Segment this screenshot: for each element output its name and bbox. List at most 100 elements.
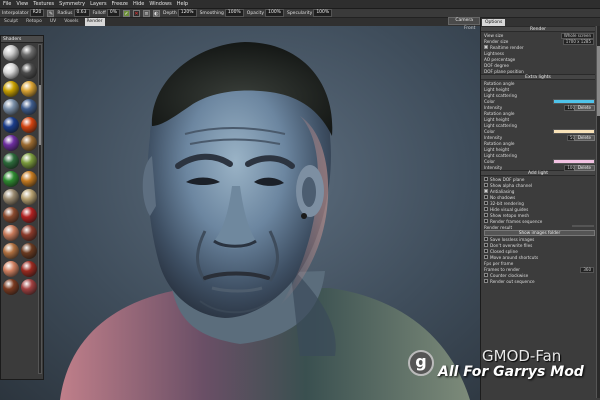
option-checkbox[interactable]	[484, 207, 488, 211]
option-checkbox[interactable]	[484, 195, 488, 199]
option-checkbox[interactable]	[484, 243, 488, 247]
menu-item-help[interactable]: Help	[176, 0, 189, 9]
alpha-icon[interactable]: ◐	[152, 9, 160, 17]
shaders-scrollbar[interactable]	[38, 44, 42, 374]
stroke-mode-icon[interactable]: ≡	[142, 9, 150, 17]
option-checkbox[interactable]	[484, 249, 488, 253]
shader-sphere[interactable]	[2, 206, 19, 223]
shader-sphere[interactable]	[20, 242, 37, 259]
dof-plane-slider[interactable]: DOF plane position	[481, 68, 595, 74]
shader-sphere[interactable]	[20, 278, 37, 295]
options-scrollbar[interactable]	[596, 26, 600, 398]
tab-voxels[interactable]: Voxels	[62, 18, 80, 26]
tab-retopo[interactable]: Retopo	[24, 18, 44, 26]
shaders-scroll-thumb[interactable]	[39, 85, 41, 145]
shader-sphere[interactable]	[2, 134, 19, 151]
tab-render[interactable]: Render	[84, 18, 105, 26]
shader-sphere[interactable]	[20, 62, 37, 79]
radius-label: Radius	[57, 10, 73, 16]
shader-sphere[interactable]	[20, 188, 37, 205]
shader-sphere[interactable]	[2, 188, 19, 205]
falloff-value[interactable]: 0%	[106, 9, 120, 17]
menu-item-windows[interactable]: Windows	[148, 0, 172, 9]
interpolator-value[interactable]: R20	[29, 9, 45, 17]
option-checkbox[interactable]	[484, 213, 488, 217]
render-sequence-checkbox[interactable]	[484, 279, 488, 283]
option-label: Show retopo mesh	[490, 212, 530, 218]
shader-sphere[interactable]	[2, 170, 19, 187]
opacity-control[interactable]: Opacity 100%	[247, 9, 284, 17]
option-checkbox[interactable]	[484, 237, 488, 241]
render-result-row[interactable]: Render result	[481, 224, 595, 230]
render-result-dropdown[interactable]	[572, 224, 594, 227]
cross-icon[interactable]: ✕	[132, 9, 140, 17]
menu-item-symmetry[interactable]: Symmetry	[58, 0, 86, 9]
smoothing-control[interactable]: Smoothing 100%	[200, 9, 244, 17]
light-3-intensity-row[interactable]: Intensity 100 Delete	[481, 164, 595, 171]
counter-clockwise-checkbox[interactable]	[484, 273, 488, 277]
brush-icon[interactable]: ✎	[47, 9, 55, 17]
option-checkbox[interactable]	[484, 183, 488, 187]
depth-value[interactable]: 120%	[177, 9, 197, 17]
shader-sphere[interactable]	[20, 98, 37, 115]
render-sequence-row[interactable]: Render out sequence	[481, 278, 595, 284]
shader-sphere[interactable]	[2, 80, 19, 97]
render-viewport[interactable]	[0, 26, 480, 400]
menu-item-textures[interactable]: Textures	[32, 0, 55, 9]
radius-control[interactable]: Radius 0.63	[57, 9, 90, 17]
specularity-value[interactable]: 100%	[313, 9, 333, 17]
menu-item-hide[interactable]: Hide	[132, 0, 145, 9]
options-tab[interactable]: Options	[482, 19, 506, 26]
shader-sphere[interactable]	[2, 278, 19, 295]
light-3-delete-button[interactable]: Delete	[573, 164, 595, 171]
shader-sphere[interactable]	[20, 134, 37, 151]
menu-item-layers[interactable]: Layers	[89, 0, 108, 9]
shader-sphere[interactable]	[2, 98, 19, 115]
shader-sphere[interactable]	[2, 152, 19, 169]
shader-sphere[interactable]	[20, 224, 37, 241]
realtime-render-checkbox[interactable]	[484, 45, 488, 49]
menu-item-file[interactable]: File	[2, 0, 12, 9]
shader-sphere[interactable]	[20, 170, 37, 187]
shader-sphere[interactable]	[2, 116, 19, 133]
shader-sphere[interactable]	[20, 116, 37, 133]
option-checkbox[interactable]	[484, 201, 488, 205]
check-icon[interactable]: ✓	[122, 9, 130, 17]
shader-sphere[interactable]	[20, 152, 37, 169]
interpolator-control[interactable]: Interpolator R20	[2, 9, 45, 17]
radius-value[interactable]: 0.63	[73, 9, 90, 17]
sculpted-head-render	[60, 42, 470, 400]
shader-sphere[interactable]	[2, 242, 19, 259]
option-checkbox[interactable]	[484, 189, 488, 193]
light-3-color-row-label: Color	[484, 158, 495, 164]
light-3-height-slider-label: Light height	[484, 146, 510, 152]
shader-sphere[interactable]	[2, 260, 19, 277]
light-3-intensity-row-label: Intensity	[484, 164, 503, 170]
shader-sphere[interactable]	[2, 62, 19, 79]
shader-sphere[interactable]	[20, 260, 37, 277]
depth-control[interactable]: Depth 120%	[163, 9, 197, 17]
light-1-rotation-slider-label: Rotation angle	[484, 80, 515, 86]
smoothing-value[interactable]: 100%	[224, 9, 244, 17]
light-2-color-swatch[interactable]	[553, 128, 595, 134]
option-checkbox[interactable]	[484, 219, 488, 223]
shader-sphere[interactable]	[20, 80, 37, 97]
option-checkbox[interactable]	[484, 177, 488, 181]
shader-sphere[interactable]	[20, 206, 37, 223]
shader-sphere[interactable]	[20, 44, 37, 61]
shader-sphere[interactable]	[2, 224, 19, 241]
light-1-color-swatch[interactable]	[553, 98, 595, 104]
menu-item-freeze[interactable]: Freeze	[111, 0, 129, 9]
front-view-label[interactable]: Front	[464, 26, 475, 31]
menu-item-view[interactable]: View	[15, 0, 29, 9]
option-checkbox[interactable]	[484, 255, 488, 259]
falloff-control[interactable]: Falloff 0%	[93, 9, 120, 17]
shader-sphere[interactable]	[2, 44, 19, 61]
tab-uv[interactable]: UV	[48, 18, 58, 26]
option-label: Save lossless images	[490, 236, 535, 242]
specularity-control[interactable]: Specularity 100%	[287, 9, 333, 17]
opacity-value[interactable]: 100%	[265, 9, 284, 17]
light-3-color-swatch[interactable]	[553, 158, 595, 164]
tab-sculpt[interactable]: Sculpt	[2, 18, 20, 26]
camera-tab[interactable]: Camera	[448, 17, 480, 25]
